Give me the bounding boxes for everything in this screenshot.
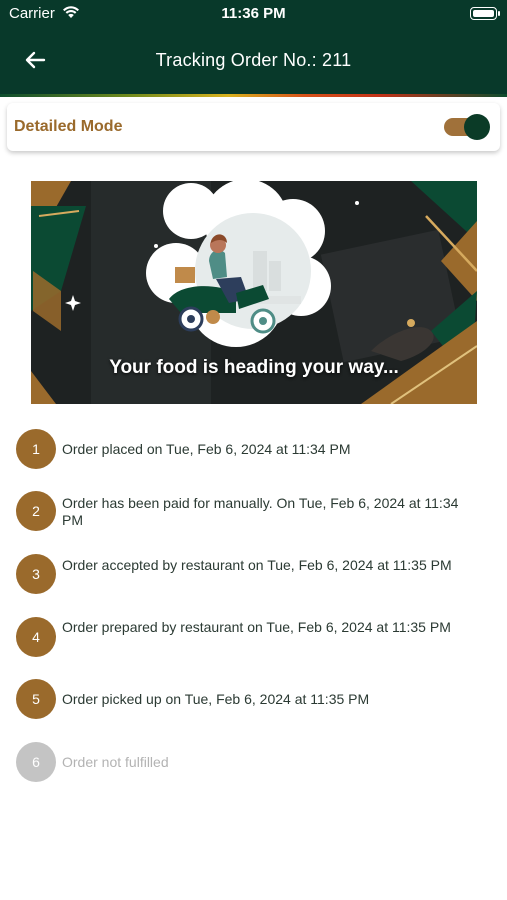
detailed-mode-card: Detailed Mode	[7, 103, 500, 151]
page-title: Tracking Order No.: 211	[155, 50, 352, 70]
step-number-badge: 1	[16, 429, 56, 469]
app-header: Carrier 11:36 PM Tracking Order No.: 211	[0, 0, 507, 94]
step-number-badge: 3	[16, 554, 56, 594]
detailed-mode-label: Detailed Mode	[14, 118, 123, 135]
step-number-badge: 2	[16, 491, 56, 531]
step-text: Order placed on Tue, Feb 6, 2024 at 11:3…	[62, 441, 351, 457]
timeline-step-6: 6 Order not fulfilled	[16, 742, 496, 784]
status-time: 11:36 PM	[221, 5, 286, 22]
banner-caption: Your food is heading your way...	[109, 357, 399, 378]
status-bar: Carrier 11:36 PM	[0, 0, 507, 30]
timeline-step-2: 2 Order has been paid for manually. On T…	[16, 491, 496, 533]
step-text: Order has been paid for manually. On Tue…	[62, 495, 459, 528]
detailed-mode-toggle[interactable]	[444, 114, 490, 140]
step-number-badge: 4	[16, 617, 56, 657]
timeline-step-4: 4 Order prepared by restaurant on Tue, F…	[16, 617, 496, 659]
step-text: Order accepted by restaurant on Tue, Feb…	[62, 557, 452, 573]
timeline-step-1: 1 Order placed on Tue, Feb 6, 2024 at 11…	[16, 429, 496, 471]
delivery-banner: Your food is heading your way...	[31, 181, 477, 404]
step-text: Order prepared by restaurant on Tue, Feb…	[62, 619, 451, 635]
step-text: Order not fulfilled	[62, 754, 169, 770]
step-text: Order picked up on Tue, Feb 6, 2024 at 1…	[62, 691, 370, 707]
header-divider	[0, 94, 507, 97]
timeline-step-5: 5 Order picked up on Tue, Feb 6, 2024 at…	[16, 679, 496, 721]
step-number-badge: 6	[16, 742, 56, 782]
step-number-badge: 5	[16, 679, 56, 719]
battery-icon	[470, 7, 500, 20]
toggle-knob	[464, 114, 490, 140]
timeline-step-3: 3 Order accepted by restaurant on Tue, F…	[16, 554, 496, 596]
